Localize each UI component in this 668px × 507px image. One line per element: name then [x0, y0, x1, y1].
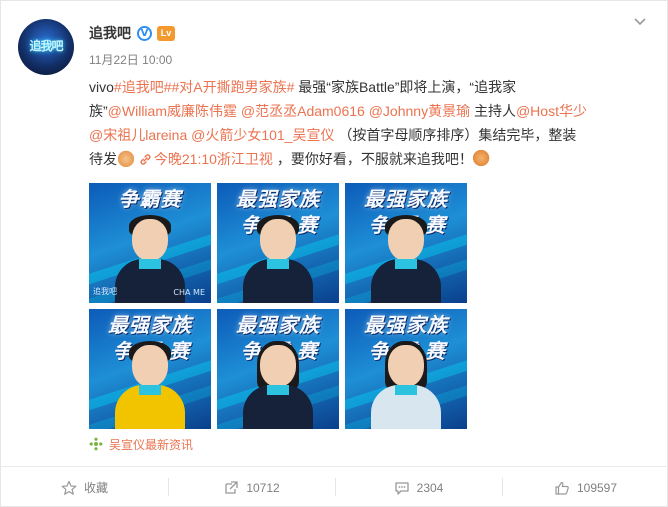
repost-icon — [225, 480, 238, 494]
comment-icon — [394, 481, 409, 495]
post-image-thumbnail[interactable]: 最强家族争霸赛 — [345, 183, 467, 303]
repost-button[interactable]: 10712 — [168, 467, 335, 507]
mention-link[interactable]: @火箭少女101_吴宣仪 — [191, 127, 334, 143]
person-face — [260, 345, 296, 387]
poster-caption: CHA ME — [173, 288, 205, 297]
content-text: 待发 — [89, 151, 117, 167]
person-collar — [267, 259, 289, 269]
poster-person — [243, 341, 313, 429]
content-text: ，要你好看，不服就来追我吧！ — [272, 151, 473, 167]
weibo-post-card: 追我吧 追我吧 V Lv 11月22日 10:00 vivo#追我吧##对A开撕… — [0, 0, 668, 507]
repost-count: 10712 — [246, 480, 280, 495]
comment-count: 2304 — [416, 480, 444, 495]
poster-person — [115, 341, 185, 429]
content-text: 最强“家族Battle”即将上演，“追我家 — [294, 79, 517, 95]
thumbs-up-icon — [555, 481, 569, 495]
verified-badge: V — [137, 25, 152, 41]
poster-person — [371, 215, 441, 303]
poster-caption: 追我吧 — [93, 287, 117, 296]
username[interactable]: 追我吧 — [89, 23, 131, 43]
mention-link[interactable]: @William威廉陈伟霆 — [108, 103, 237, 119]
person-face — [132, 345, 168, 387]
post-content: vivo#追我吧##对A开撕跑男家族# 最强“家族Battle”即将上演，“追我… — [89, 75, 649, 171]
person-face — [388, 345, 424, 387]
person-face — [388, 219, 424, 261]
poster-title: 最强家族 — [108, 313, 192, 337]
person-face — [260, 219, 296, 261]
source-link[interactable]: 吴宣仪最新资讯 — [89, 435, 193, 453]
content-line-3: @宋祖儿lareina @火箭少女101_吴宣仪 （按首字母顺序排序）集结完毕，… — [89, 123, 649, 147]
poster-title: 争霸赛 — [118, 187, 182, 211]
person-face — [132, 219, 168, 261]
topic-link[interactable]: #对A开撕跑男家族# — [171, 79, 294, 95]
person-collar — [139, 259, 161, 269]
avatar[interactable]: 追我吧 — [18, 19, 74, 75]
poster-title: 最强家族 — [236, 187, 320, 211]
person-collar — [267, 385, 289, 395]
favorite-button[interactable]: 收藏 — [1, 467, 168, 507]
star-icon — [61, 480, 77, 495]
source-label: 吴宣仪最新资讯 — [109, 437, 194, 452]
broadcast-link-text: 今晚21:10浙江卫视 — [153, 151, 273, 167]
sparkle-icon — [89, 437, 103, 451]
avatar-logo-text: 追我吧 — [29, 39, 63, 53]
poster-title: 最强家族 — [236, 313, 320, 337]
content-text: 族” — [89, 103, 108, 119]
post-header: 追我吧 V Lv — [89, 23, 175, 43]
favorite-label: 收藏 — [83, 481, 108, 495]
topic-link[interactable]: #追我吧# — [114, 79, 172, 95]
person-collar — [395, 259, 417, 269]
comment-button[interactable]: 2304 — [335, 467, 502, 507]
content-text: 主持人 — [470, 103, 516, 119]
chevron-down-icon[interactable] — [633, 15, 647, 29]
link-icon — [140, 154, 151, 165]
post-image-thumbnail[interactable]: 最强家族争霸赛 — [217, 183, 339, 303]
mention-link[interactable]: @Johnny黄景瑜 — [369, 103, 470, 119]
poster-person — [371, 341, 441, 429]
post-image-thumbnail[interactable]: 最强家族争霸赛 — [89, 309, 211, 429]
rock-hand-emoji-icon — [117, 149, 135, 167]
like-button[interactable]: 109597 — [502, 467, 668, 507]
level-badge: Lv — [157, 25, 175, 41]
content-line-4: 待发 今晚21:10浙江卫视 ，要你好看，不服就来追我吧！ — [89, 147, 649, 171]
content-text: （按首字母顺序排序）集结完毕，整装 — [334, 127, 577, 143]
person-collar — [395, 385, 417, 395]
content-line-2: 族”@William威廉陈伟霆 @范丞丞Adam0616 @Johnny黄景瑜 … — [89, 99, 649, 123]
broadcast-link[interactable]: 今晚21:10浙江卫视 — [139, 151, 273, 167]
like-count: 109597 — [576, 480, 618, 495]
action-bar: 收藏 10712 2304 109597 — [1, 467, 668, 507]
post-timestamp[interactable]: 11月22日 10:00 — [89, 51, 172, 68]
image-grid: 争霸赛追我吧CHA ME最强家族争霸赛最强家族争霸赛最强家族争霸赛最强家族争霸赛… — [89, 183, 469, 429]
post-image-thumbnail[interactable]: 最强家族争霸赛 — [345, 309, 467, 429]
content-line-1: vivo#追我吧##对A开撕跑男家族# 最强“家族Battle”即将上演，“追我… — [89, 75, 649, 99]
person-collar — [139, 385, 161, 395]
poster-title: 最强家族 — [364, 187, 448, 211]
poster-title: 最强家族 — [364, 313, 448, 337]
mention-link[interactable]: @Host华少 — [516, 103, 587, 119]
content-prefix: vivo — [89, 79, 114, 95]
post-image-thumbnail[interactable]: 最强家族争霸赛 — [217, 309, 339, 429]
mention-link[interactable]: @范丞丞Adam0616 — [241, 103, 365, 119]
clapping-hands-emoji-icon — [472, 149, 491, 167]
post-image-thumbnail[interactable]: 争霸赛追我吧 CHA ME — [89, 183, 211, 303]
poster-person — [243, 215, 313, 303]
mention-link[interactable]: @宋祖儿lareina — [89, 127, 187, 143]
